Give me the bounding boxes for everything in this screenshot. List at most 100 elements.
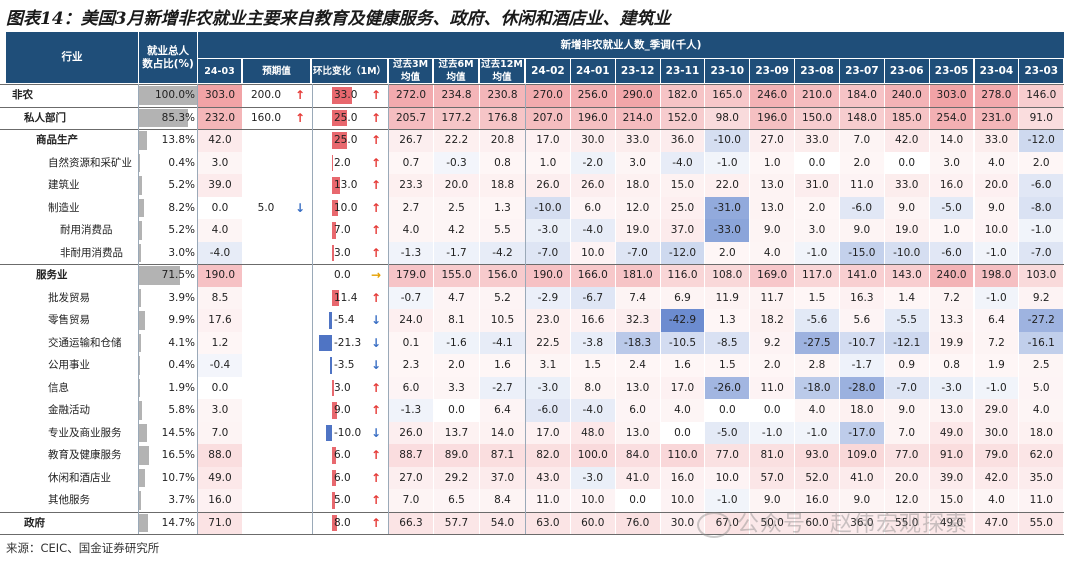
actual-value: 8.5 [198, 286, 242, 309]
month-value: 2.0 [839, 151, 884, 174]
month-value: 20.0 [884, 466, 929, 489]
actual-value: 17.6 [198, 309, 242, 332]
row-divider [0, 264, 1064, 265]
month-value: -4.0 [660, 151, 705, 174]
actual-value: 88.0 [198, 444, 242, 467]
avg6-value: 89.0 [434, 444, 479, 467]
actual-value: -0.4 [198, 354, 242, 377]
month-value: -10.5 [660, 331, 705, 354]
up-arrow-icon: ↑ [370, 403, 382, 417]
forecast-value [243, 309, 289, 332]
forecast-value [243, 444, 289, 467]
row-label: 专业及商业服务 [48, 426, 122, 439]
forecast-value [243, 287, 289, 310]
forecast-value [243, 399, 289, 422]
month-value: 6.4 [974, 309, 1019, 332]
month-value: 198.0 [974, 264, 1019, 287]
column-divider [388, 84, 389, 534]
down-arrow-icon: ↓ [370, 425, 382, 440]
header-month: 23-10 [705, 59, 750, 83]
share-value: 85.3% [161, 111, 195, 124]
forecast-value: 5.0 [257, 201, 275, 214]
month-value: 6.9 [660, 286, 705, 309]
row-label: 休闲和酒店业 [48, 471, 111, 484]
avg12-value: 176.8 [480, 106, 525, 129]
month-value: 108.0 [705, 264, 750, 287]
month-value: 116.0 [660, 264, 705, 287]
header-share: 就业总人数占比(%) [139, 32, 197, 83]
month-value: -27.2 [1019, 309, 1064, 332]
share-value: 5.2% [168, 179, 195, 191]
avg12-value: 37.0 [480, 466, 525, 489]
avg3-value: 23.3 [389, 174, 433, 197]
share-value: 71.5% [161, 269, 195, 281]
avg6-value: 13.7 [434, 421, 479, 444]
month-value: 7.4 [615, 286, 660, 309]
month-value: 1.0 [929, 219, 974, 242]
month-value: 43.0 [526, 466, 570, 489]
forecast-arrow-icon: ↑ [294, 88, 306, 102]
header-month: 23-12 [615, 59, 660, 83]
row-label: 公用事业 [48, 359, 90, 371]
month-value: 165.0 [705, 84, 750, 107]
month-value: 1.5 [570, 354, 615, 377]
month-value: 77.0 [884, 444, 929, 467]
share-value: 1.9% [168, 381, 195, 394]
month-value: -1.0 [795, 241, 839, 264]
month-value: -1.0 [974, 376, 1019, 399]
month-value: 1.0 [750, 151, 795, 174]
up-arrow-icon: ↑ [370, 223, 382, 237]
month-value: 303.0 [929, 84, 974, 107]
down-arrow-icon: ↓ [370, 358, 382, 372]
table-row: 非耐用消费品 3.0% -4.0 3.0 ↑ -1.3 -1.7 -4.2 -7.0 10.0 -7… [0, 241, 1064, 264]
avg3-value: 2.3 [389, 354, 433, 377]
month-value: 146.0 [1019, 84, 1064, 107]
month-value: 8.0 [570, 376, 615, 399]
avg3-value: 88.7 [389, 444, 433, 467]
share-value: 0.4% [168, 156, 195, 169]
up-arrow-icon: ↑ [370, 178, 382, 192]
month-value: 16.0 [660, 466, 705, 489]
month-value: 19.0 [615, 219, 660, 242]
month-value: 231.0 [974, 106, 1019, 129]
month-value: 82.0 [526, 444, 570, 467]
month-value: 10.0 [974, 219, 1019, 242]
table-row: 教育及健康服务 16.5% 88.0 6.0 ↑ 88.7 89.0 87.1 82.0 100.… [0, 444, 1064, 467]
month-value: 100.0 [570, 444, 615, 467]
header-actual: 24-03 [198, 59, 241, 83]
month-value: 9.0 [884, 196, 929, 219]
row-divider [0, 106, 1064, 108]
flat-arrow-icon: → [370, 268, 382, 282]
month-value: 6.0 [570, 196, 615, 219]
avg6-value: 177.2 [434, 106, 479, 129]
row-label: 批发贸易 [48, 291, 90, 304]
avg3-value: 66.3 [389, 511, 433, 534]
month-value: 91.0 [929, 444, 974, 467]
month-value: 55.0 [1019, 511, 1064, 534]
actual-value: 3.0 [198, 151, 242, 174]
avg12-value: -4.1 [480, 331, 525, 354]
month-value: 2.0 [1019, 151, 1064, 174]
month-value: 13.3 [929, 309, 974, 332]
actual-value: 3.0 [198, 399, 242, 422]
month-value: 79.0 [974, 444, 1019, 467]
month-value: 110.0 [660, 444, 705, 467]
row-label: 非耐用消费品 [60, 246, 123, 259]
month-value: 3.1 [526, 354, 570, 377]
month-value: -5.5 [884, 309, 929, 332]
avg6-value: 0.0 [448, 404, 465, 416]
month-value: 152.0 [660, 106, 705, 129]
avg12-value: 18.8 [480, 174, 525, 197]
actual-value: 39.0 [198, 174, 242, 197]
forecast-value [243, 377, 289, 400]
month-value: -6.0 [526, 399, 570, 422]
month-value: 10.0 [570, 489, 615, 512]
month-value: -1.0 [1019, 219, 1064, 242]
month-value: 12.0 [615, 196, 660, 219]
table-row: 信息 1.9% 0.0 3.0 ↑ 6.0 3.3 -2.7 -3.0 8.0 13.0 17.0 -2… [0, 376, 1064, 400]
month-value: 35.0 [1019, 466, 1064, 489]
month-value: 290.0 [615, 84, 660, 107]
actual-value: 16.0 [198, 489, 242, 512]
avg3-value: -1.3 [389, 399, 433, 422]
month-value: 1.4 [884, 286, 929, 309]
